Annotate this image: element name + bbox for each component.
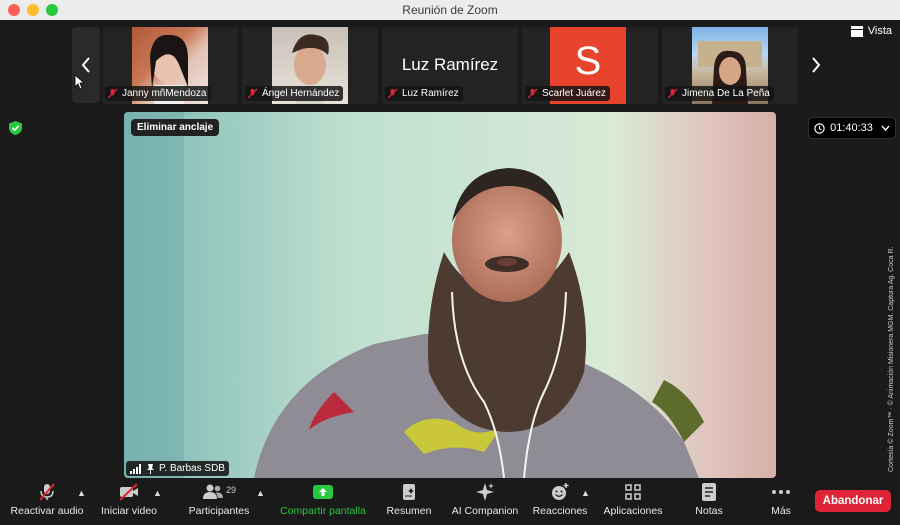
participant-tile[interactable]: S Scarlet Juárez — [522, 27, 658, 104]
participant-display-name: Luz Ramírez — [401, 55, 499, 74]
shield-check-icon[interactable] — [9, 121, 22, 135]
reactions-options-caret[interactable]: ▲ — [581, 488, 590, 498]
unmute-label: Reactivar audio — [10, 505, 84, 517]
mouse-cursor-icon — [74, 74, 84, 90]
apps-label: Aplicaciones — [603, 505, 663, 517]
participant-name: Janny mñMendoza — [122, 88, 207, 99]
clock-icon — [814, 122, 825, 134]
window-title: Reunión de Zoom — [402, 3, 498, 17]
participant-strip: Janny mñMendoza Ángel Hernández Luz Ramí… — [0, 20, 900, 112]
leave-meeting-button[interactable]: Abandonar — [815, 490, 891, 512]
summary-button[interactable]: Resumen — [385, 482, 433, 522]
grid-icon — [850, 25, 863, 37]
participant-name-tag: Janny mñMendoza — [105, 86, 211, 101]
more-button[interactable]: Más — [768, 482, 794, 522]
window-titlebar: Reunión de Zoom — [0, 0, 900, 21]
main-speaker-video[interactable]: Eliminar anclaje P. Barbas SDB — [124, 112, 776, 478]
notes-label: Notas — [695, 505, 723, 517]
emoji-icon — [552, 483, 569, 500]
participants-count: 29 — [225, 485, 236, 495]
participant-name: Luz Ramírez — [402, 88, 459, 99]
participant-name-tag: Scarlet Juárez — [525, 86, 610, 101]
participant-name: Scarlet Juárez — [542, 88, 606, 99]
share-screen-icon — [313, 485, 333, 499]
audio-options-caret[interactable]: ▲ — [77, 488, 86, 498]
participants-button[interactable]: 29 Participantes — [186, 482, 252, 522]
start-video-label: Iniciar video — [100, 505, 158, 517]
reactions-label: Reacciones — [532, 505, 588, 517]
view-button[interactable]: Vista — [850, 25, 892, 37]
unmute-button[interactable]: Reactivar audio — [10, 482, 84, 522]
start-video-button[interactable]: Iniciar video — [98, 482, 160, 522]
summary-document-icon — [403, 484, 415, 500]
avatar-initial: S — [574, 39, 602, 83]
speaker-video-feed — [124, 112, 776, 478]
share-screen-label: Compartir pantalla — [280, 505, 366, 517]
meeting-timer[interactable]: 01:40:33 — [808, 117, 896, 139]
participant-name: Jimena De La Peña — [682, 88, 770, 99]
sparkle-icon — [476, 483, 494, 501]
ai-companion-button[interactable]: AI Companion — [449, 482, 521, 522]
chevron-left-icon — [81, 57, 90, 73]
share-screen-button[interactable]: Compartir pantalla — [276, 482, 370, 522]
summary-label: Resumen — [386, 505, 432, 517]
camera-off-icon — [119, 483, 138, 501]
participant-name-tag: Jimena De La Peña — [665, 86, 774, 101]
next-page-button[interactable] — [802, 27, 830, 103]
participant-name-tag: Ángel Hernández — [245, 86, 344, 101]
apps-icon — [625, 484, 641, 500]
muted-mic-icon — [247, 88, 258, 99]
participant-tile[interactable]: Luz Ramírez Luz Ramírez — [382, 27, 518, 104]
more-dots-icon — [772, 490, 790, 494]
chevron-right-icon — [812, 57, 821, 73]
timer-value: 01:40:33 — [830, 122, 873, 134]
image-credit: Cortesía © Zoom™ · © Animación Misionera… — [888, 246, 895, 472]
meeting-toolbar: Reactivar audio ▲ Iniciar video ▲ 29 Par… — [0, 478, 900, 525]
ai-companion-label: AI Companion — [451, 505, 519, 517]
muted-mic-icon — [107, 88, 118, 99]
chevron-down-icon — [881, 125, 890, 131]
muted-mic-icon — [527, 88, 538, 99]
participants-options-caret[interactable]: ▲ — [256, 488, 265, 498]
pin-icon — [147, 463, 154, 474]
signal-strength-icon — [130, 463, 141, 474]
muted-mic-icon — [667, 88, 678, 99]
view-label: Vista — [867, 25, 892, 37]
people-icon — [202, 484, 223, 499]
participant-tile[interactable]: Janny mñMendoza — [102, 27, 238, 104]
notes-icon — [702, 483, 716, 501]
speaker-name: P. Barbas SDB — [159, 463, 225, 474]
participant-tile[interactable]: Ángel Hernández — [242, 27, 378, 104]
participant-name-tag: Luz Ramírez — [385, 86, 463, 101]
more-label: Más — [771, 505, 791, 517]
microphone-muted-icon — [39, 483, 55, 501]
participant-tile[interactable]: Jimena De La Peña — [662, 27, 798, 104]
unpin-button[interactable]: Eliminar anclaje — [131, 119, 220, 136]
participant-name: Ángel Hernández — [262, 88, 340, 99]
speaker-name-tag: P. Barbas SDB — [126, 461, 229, 476]
participants-label: Participantes — [188, 505, 250, 517]
notes-button[interactable]: Notas — [692, 482, 726, 522]
muted-mic-icon — [387, 88, 398, 99]
previous-page-button[interactable] — [72, 27, 100, 103]
apps-button[interactable]: Aplicaciones — [601, 482, 665, 522]
video-options-caret[interactable]: ▲ — [153, 488, 162, 498]
